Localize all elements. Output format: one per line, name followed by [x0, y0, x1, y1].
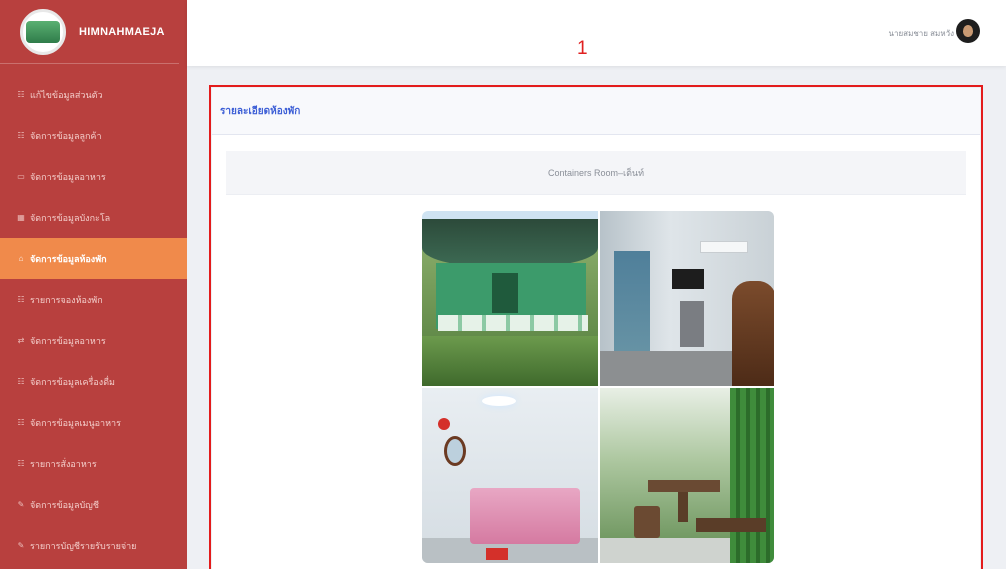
sidebar-item-label: จัดการข้อมูลลูกค้า [30, 130, 102, 141]
topbar: นายสมชาย สมหวัง [187, 0, 1006, 66]
pencil-icon: ✎ [17, 500, 25, 509]
brand-name: HIMNAHMAEJA [79, 25, 165, 38]
sidebar-item-label: จัดการข้อมูลอาหาร [30, 335, 106, 346]
sidebar-item-label: รายการจองห้องพัก [30, 294, 103, 305]
table-icon: ☷ [17, 131, 25, 140]
list-icon: ☷ [17, 418, 25, 427]
logo-icon [20, 8, 66, 55]
sidebar-menu: ☷ แก้ไขข้อมูลส่วนตัว ☷ จัดการข้อมูลลูกค้… [0, 74, 187, 566]
sidebar-item-label: จัดการข้อมูลเมนูอาหาร [30, 417, 121, 428]
list-icon: ☷ [17, 459, 25, 468]
sidebar-item-label: แก้ไขข้อมูลส่วนตัว [30, 89, 103, 100]
list-icon: ☷ [17, 295, 25, 304]
sidebar-item-label: รายการสั่งอาหาร [30, 458, 97, 469]
sidebar-item-food-2[interactable]: ⇄ จัดการข้อมูลอาหาร [0, 320, 187, 361]
sidebar-item-rooms[interactable]: ⌂ จัดการข้อมูลห้องพัก [0, 238, 187, 279]
sidebar-item-menu[interactable]: ☷ จัดการข้อมูลเมนูอาหาร [0, 402, 187, 443]
sidebar-item-label: จัดการข้อมูลอาหาร [30, 171, 106, 182]
pencil-icon: ✎ [17, 541, 25, 550]
sidebar-item-bookings[interactable]: ☷ รายการจองห้องพัก [0, 279, 187, 320]
brand[interactable]: HIMNAHMAEJA [0, 0, 179, 64]
sidebar-item-label: จัดการข้อมูลห้องพัก [30, 253, 107, 264]
sidebar-item-bungalow[interactable]: ▦ จัดการข้อมูลบังกะโล [0, 197, 187, 238]
annotation-box [209, 85, 983, 569]
table-icon: ☷ [17, 90, 25, 99]
annotation-number: 1 [577, 38, 588, 59]
home-icon: ⌂ [18, 254, 24, 263]
list-icon: ☷ [17, 377, 25, 386]
sidebar-item-customers[interactable]: ☷ จัดการข้อมูลลูกค้า [0, 115, 187, 156]
sidebar-item-label: จัดการข้อมูลเครื่องดื่ม [30, 376, 115, 387]
sidebar-item-orders[interactable]: ☷ รายการสั่งอาหาร [0, 443, 187, 484]
sidebar-item-label: จัดการข้อมูลบัญชี [30, 499, 99, 510]
card-icon: ▭ [17, 172, 25, 181]
sidebar-item-income-expense[interactable]: ✎ รายการบัญชีรายรับรายจ่าย [0, 525, 187, 566]
sidebar-item-food[interactable]: ▭ จัดการข้อมูลอาหาร [0, 156, 187, 197]
user-avatar-icon [963, 25, 973, 37]
sidebar-item-edit-profile[interactable]: ☷ แก้ไขข้อมูลส่วนตัว [0, 74, 187, 115]
avatar[interactable] [956, 19, 980, 43]
sidebar-item-label: จัดการข้อมูลบังกะโล [30, 212, 111, 223]
exchange-icon: ⇄ [17, 336, 25, 345]
sidebar-item-label: รายการบัญชีรายรับรายจ่าย [30, 540, 137, 551]
sidebar-item-accounts[interactable]: ✎ จัดการข้อมูลบัญชี [0, 484, 187, 525]
sidebar-item-drinks[interactable]: ☷ จัดการข้อมูลเครื่องดื่ม [0, 361, 187, 402]
user-name[interactable]: นายสมชาย สมหวัง [889, 27, 954, 40]
grid-icon: ▦ [17, 213, 25, 222]
sidebar: HIMNAHMAEJA ☷ แก้ไขข้อมูลส่วนตัว ☷ จัดกา… [0, 0, 187, 569]
